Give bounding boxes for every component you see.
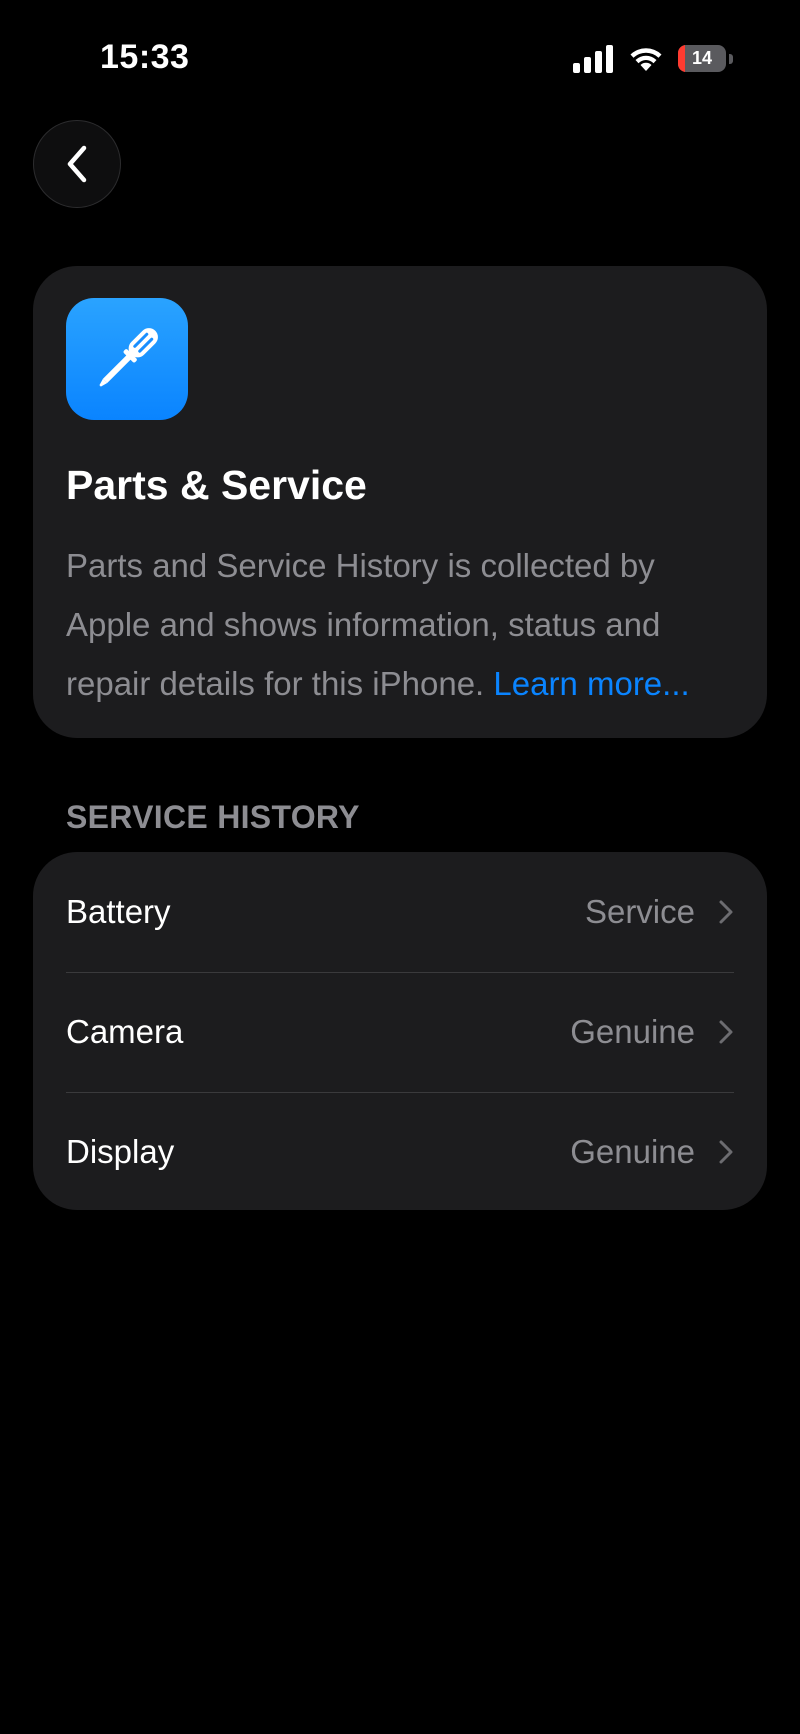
- battery-charging-icon: 14: [678, 45, 734, 73]
- row-label: Battery: [66, 893, 171, 930]
- info-description: Parts and Service History is collected b…: [66, 536, 746, 713]
- row-label: Display: [66, 1133, 175, 1170]
- page-title: Parts & Service: [66, 462, 367, 508]
- row-label: Camera: [66, 1013, 184, 1050]
- service-history-list: Battery Service Camera Genuine Display G…: [33, 852, 767, 1210]
- row-status-value: Service: [584, 893, 695, 930]
- row-status-value: Genuine: [570, 1133, 695, 1170]
- chevron-left-icon: [67, 145, 87, 183]
- service-history-header: SERVICE HISTORY: [66, 799, 360, 835]
- screwdriver-icon: [99, 328, 158, 387]
- battery-level-text: 14: [691, 48, 713, 68]
- status-bar: 15:33 14: [0, 0, 800, 118]
- chevron-right-icon: [719, 1020, 733, 1044]
- parts-service-info-card: Parts & Service Parts and Service Histor…: [33, 266, 767, 738]
- chevron-right-icon: [719, 900, 733, 924]
- list-item-camera[interactable]: Camera Genuine: [33, 972, 767, 1092]
- cellular-signal-icon: [573, 45, 613, 73]
- list-item-display[interactable]: Display Genuine: [33, 1092, 767, 1210]
- back-button[interactable]: [33, 120, 121, 208]
- list-item-battery[interactable]: Battery Service: [33, 852, 767, 972]
- parts-service-app-icon: [66, 298, 188, 420]
- wifi-icon: [630, 48, 662, 71]
- learn-more-link[interactable]: Learn more...: [493, 665, 689, 702]
- status-time: 15:33: [100, 38, 190, 76]
- chevron-right-icon: [719, 1140, 733, 1164]
- row-status-value: Genuine: [570, 1013, 695, 1050]
